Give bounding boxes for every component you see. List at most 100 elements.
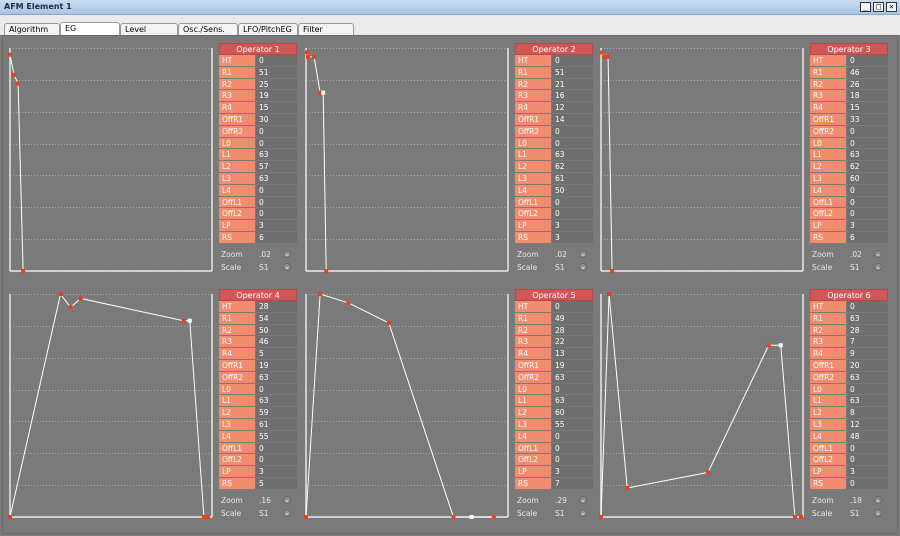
param-value-field[interactable]: 0 — [255, 55, 297, 67]
envelope-graph[interactable] — [599, 292, 804, 519]
tab-lfo-pitcheg[interactable]: LFO/PitchEG — [238, 23, 298, 35]
param-value-field[interactable]: 63 — [255, 395, 297, 408]
param-value-field[interactable]: 0 — [551, 55, 593, 67]
param-value-field[interactable]: 0 — [846, 442, 888, 455]
param-value-field[interactable]: 61 — [551, 172, 593, 185]
zoom-spinner-icon[interactable] — [874, 250, 882, 258]
param-value-field[interactable]: 0 — [846, 301, 888, 313]
param-value-field[interactable]: 60 — [551, 407, 593, 419]
envelope-point[interactable] — [181, 318, 186, 323]
envelope-point[interactable] — [201, 515, 206, 519]
param-value-field[interactable]: 7 — [551, 477, 593, 490]
param-value-field[interactable]: 63 — [846, 371, 888, 384]
param-value-field[interactable]: 0 — [255, 454, 297, 467]
envelope-point[interactable] — [304, 515, 308, 519]
tab-osc-sens[interactable]: Osc./Sens. — [178, 23, 238, 35]
param-value-field[interactable]: 3 — [551, 231, 593, 244]
param-value-field[interactable]: 33 — [846, 113, 888, 126]
param-value-field[interactable]: 51 — [255, 66, 297, 79]
tab-algorithm[interactable]: Algorithm — [4, 23, 60, 35]
param-value-field[interactable]: 5 — [255, 348, 297, 360]
param-value-field[interactable]: 63 — [551, 371, 593, 384]
envelope-point[interactable] — [324, 269, 329, 273]
param-value-field[interactable]: 0 — [255, 125, 297, 138]
param-value-field[interactable]: 54 — [255, 312, 297, 325]
envelope-point[interactable] — [792, 515, 797, 519]
param-value-field[interactable]: 0 — [551, 196, 593, 209]
param-value-field[interactable]: 3 — [846, 220, 888, 232]
envelope-point[interactable] — [16, 81, 21, 86]
envelope-point[interactable] — [8, 52, 12, 57]
envelope-point[interactable] — [778, 343, 783, 348]
param-value-field[interactable]: 19 — [255, 90, 297, 103]
envelope-point[interactable] — [305, 50, 310, 55]
param-value-field[interactable]: 21 — [551, 78, 593, 91]
tab-filter[interactable]: Filter — [298, 23, 354, 35]
envelope-graph[interactable] — [8, 292, 213, 519]
param-value-field[interactable]: 3 — [551, 466, 593, 478]
param-value-field[interactable]: 0 — [846, 137, 888, 150]
param-value-field[interactable]: 0 — [551, 125, 593, 138]
param-value-field[interactable]: 0 — [551, 430, 593, 443]
param-value-field[interactable]: 0 — [255, 383, 297, 396]
envelope-graph[interactable] — [8, 48, 213, 273]
envelope-point[interactable] — [346, 300, 351, 305]
param-value-field[interactable]: 8 — [846, 407, 888, 419]
envelope-point[interactable] — [606, 54, 611, 59]
param-value-field[interactable]: 50 — [551, 184, 593, 197]
envelope-point[interactable] — [451, 515, 456, 519]
envelope-point[interactable] — [78, 296, 83, 301]
param-value-field[interactable]: 5 — [255, 477, 297, 490]
param-value-field[interactable]: 12 — [846, 418, 888, 431]
param-value-field[interactable]: 62 — [846, 161, 888, 173]
param-value-field[interactable]: 16 — [551, 90, 593, 103]
param-value-field[interactable]: 63 — [551, 395, 593, 408]
envelope-graph[interactable] — [305, 48, 509, 273]
param-value-field[interactable]: 28 — [551, 324, 593, 337]
zoom-spinner-icon[interactable] — [874, 496, 882, 504]
param-value-field[interactable]: 60 — [846, 172, 888, 185]
param-value-field[interactable]: 6 — [846, 231, 888, 244]
envelope-point[interactable] — [58, 292, 63, 296]
param-value-field[interactable]: 0 — [846, 196, 888, 209]
envelope-point[interactable] — [321, 90, 326, 95]
param-value-field[interactable]: 22 — [551, 336, 593, 349]
envelope-point[interactable] — [610, 269, 615, 273]
param-value-field[interactable]: 6 — [255, 231, 297, 244]
envelope-point[interactable] — [766, 343, 771, 348]
param-value-field[interactable]: 12 — [551, 102, 593, 114]
envelope-point[interactable] — [8, 515, 12, 519]
param-value-field[interactable]: 0 — [551, 454, 593, 467]
param-value-field[interactable]: 13 — [551, 348, 593, 360]
envelope-point[interactable] — [706, 470, 711, 475]
param-value-field[interactable]: 0 — [255, 184, 297, 197]
tab-level-scaling[interactable]: Level Scaling — [120, 23, 178, 45]
close-button[interactable]: ✕ — [886, 2, 897, 12]
scale-spinner-icon[interactable] — [874, 263, 882, 271]
param-value-field[interactable]: 0 — [846, 208, 888, 221]
zoom-spinner-icon[interactable] — [579, 496, 587, 504]
envelope-point[interactable] — [491, 515, 496, 519]
param-value-field[interactable]: 59 — [255, 407, 297, 419]
envelope-point[interactable] — [602, 54, 607, 59]
param-value-field[interactable]: 0 — [846, 184, 888, 197]
param-value-field[interactable]: 62 — [551, 161, 593, 173]
param-value-field[interactable]: 7 — [846, 336, 888, 349]
param-value-field[interactable]: 19 — [255, 359, 297, 372]
param-value-field[interactable]: 0 — [551, 383, 593, 396]
param-value-field[interactable]: 63 — [846, 149, 888, 162]
envelope-point[interactable] — [306, 54, 311, 59]
param-value-field[interactable]: 48 — [846, 430, 888, 443]
envelope-point[interactable] — [798, 515, 803, 519]
scale-spinner-icon[interactable] — [579, 263, 587, 271]
param-value-field[interactable]: 55 — [255, 430, 297, 443]
param-value-field[interactable]: 63 — [255, 172, 297, 185]
param-value-field[interactable]: 55 — [551, 418, 593, 431]
param-value-field[interactable]: 63 — [255, 371, 297, 384]
tab-eg[interactable]: EG — [60, 22, 120, 35]
param-value-field[interactable]: 15 — [846, 102, 888, 114]
param-value-field[interactable]: 0 — [551, 442, 593, 455]
param-value-field[interactable]: 50 — [255, 324, 297, 337]
param-value-field[interactable]: 49 — [551, 312, 593, 325]
scale-spinner-icon[interactable] — [283, 509, 291, 517]
